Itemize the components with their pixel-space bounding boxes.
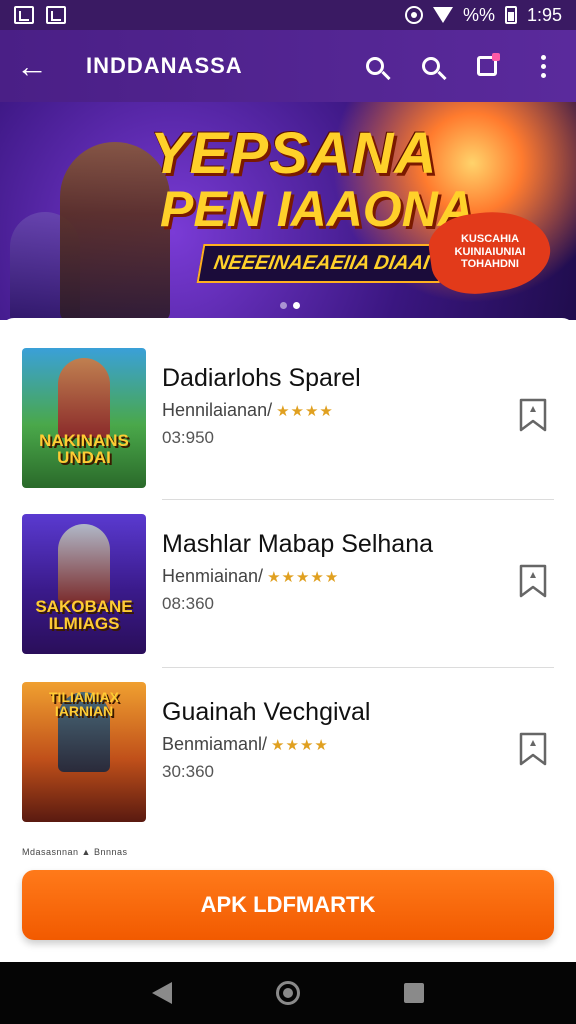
bookmark-button[interactable] xyxy=(516,396,550,434)
share-button[interactable] xyxy=(470,49,504,83)
rating-stars: ★★★★ xyxy=(271,736,329,754)
app-bar-actions xyxy=(358,49,560,83)
search-icon xyxy=(366,57,384,75)
banner-pager xyxy=(280,302,300,309)
app-category: Benmiamanl/ xyxy=(162,734,268,754)
app-category: Hennilaianan/ xyxy=(162,400,273,420)
app-size: 30:360 xyxy=(162,762,214,781)
apk-download-button[interactable]: APK LDFMARTK xyxy=(22,870,554,940)
screenshot-notification-icon xyxy=(14,6,34,24)
system-nav-bar xyxy=(0,962,576,1024)
app-name: Mashlar Mabap Selhana xyxy=(162,530,433,558)
pager-dot-active[interactable] xyxy=(293,302,300,309)
thumb-label: NAKINANS UNDAI xyxy=(39,431,129,467)
app-size: 03:950 xyxy=(162,428,214,447)
thumb-label: SAKOBANE ILMIAGS xyxy=(35,597,133,633)
more-vertical-icon xyxy=(540,54,546,78)
battery-icon xyxy=(504,6,517,24)
status-time: 1:95 xyxy=(526,4,562,25)
nav-recents-icon[interactable] xyxy=(404,983,424,1003)
bookmark-button[interactable] xyxy=(516,562,550,600)
bookmark-icon xyxy=(519,732,547,766)
status-bar: %% 1:95 xyxy=(0,0,576,30)
status-left xyxy=(14,6,66,24)
list-item[interactable]: NAKINANS UNDAI Dadiarlohs Sparel Hennila… xyxy=(22,348,554,488)
app-category-row: Henmiainan/ ★★★★★ xyxy=(162,566,339,587)
overflow-menu-button[interactable] xyxy=(526,49,560,83)
divider xyxy=(162,667,554,668)
page-title: INDDANASSA xyxy=(86,53,243,78)
partial-list-item-text: Mdasasnnan ▲ Bnnnas xyxy=(22,847,128,857)
app-category-row: Hennilaianan/ ★★★★ xyxy=(162,400,334,421)
thumb-character xyxy=(58,358,110,438)
app-thumbnail: SAKOBANE ILMIAGS xyxy=(22,514,146,654)
app-size: 08:360 xyxy=(162,594,214,613)
search-button[interactable] xyxy=(358,49,392,83)
wifi-icon xyxy=(432,7,453,23)
banner-title-line2: PEN IAAONA xyxy=(160,181,474,237)
app-name: Dadiarlohs Sparel xyxy=(162,364,361,392)
bookmark-icon xyxy=(519,564,547,598)
bookmark-icon xyxy=(519,398,547,432)
thumb-label: TILIAMIAX IARNIAN xyxy=(49,689,119,719)
search-icon xyxy=(422,57,440,75)
app-category-row: Benmiamanl/ ★★★★ xyxy=(162,734,329,755)
app-name: Guainah Vechgival xyxy=(162,698,371,726)
rating-stars: ★★★★★ xyxy=(267,568,340,586)
list-item[interactable]: TILIAMIAX IARNIAN Guainah Vechgival Benm… xyxy=(22,682,554,822)
banner-splash-text: KUSCAHIA KUINIAIUNIAI TOHAHDNI xyxy=(454,233,526,271)
app-category: Henmiainan/ xyxy=(162,566,264,586)
nav-home-icon[interactable] xyxy=(276,981,300,1005)
location-icon xyxy=(404,6,423,24)
banner-title-line1: YEPSANA xyxy=(150,121,438,186)
image-notification-icon xyxy=(46,6,66,24)
back-arrow-icon[interactable]: ← xyxy=(16,50,56,82)
divider xyxy=(162,499,554,500)
app-thumbnail: NAKINANS UNDAI xyxy=(22,348,146,488)
app-bar: ← INDDANASSA xyxy=(0,30,576,102)
app-thumbnail: TILIAMIAX IARNIAN xyxy=(22,682,146,822)
app-list-sheet: NAKINANS UNDAI Dadiarlohs Sparel Hennila… xyxy=(0,318,576,1024)
rating-stars: ★★★★ xyxy=(276,402,334,420)
promo-banner[interactable]: YEPSANA PEN IAAONA NEEEINAEAEIIA DIAAI K… xyxy=(0,102,576,320)
nav-back-icon[interactable] xyxy=(152,982,172,1004)
pager-dot[interactable] xyxy=(280,302,287,309)
share-icon xyxy=(477,53,500,76)
banner-subtitle: NEEEINAEAEIIA DIAAI xyxy=(196,244,447,283)
search-secondary-button[interactable] xyxy=(414,49,448,83)
status-right: %% 1:95 xyxy=(404,4,562,26)
bookmark-button[interactable] xyxy=(516,730,550,768)
list-item[interactable]: SAKOBANE ILMIAGS Mashlar Mabap Selhana H… xyxy=(22,514,554,654)
thumb-character xyxy=(58,524,110,604)
battery-percent: %% xyxy=(462,4,495,25)
